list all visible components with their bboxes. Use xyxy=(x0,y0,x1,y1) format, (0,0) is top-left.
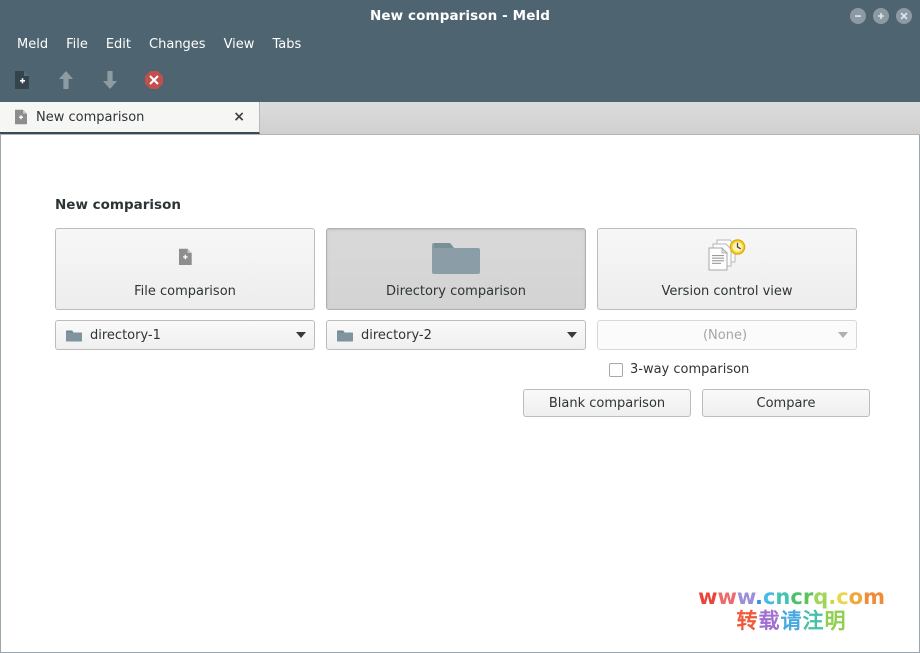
folder-icon xyxy=(66,329,82,342)
menu-item-tabs[interactable]: Tabs xyxy=(263,35,310,55)
window-title: New comparison - Meld xyxy=(370,8,550,24)
watermark: www.cncrq.com 转载请注明 xyxy=(698,586,885,634)
menu-item-file[interactable]: File xyxy=(57,35,97,55)
menu-item-changes[interactable]: Changes xyxy=(140,35,215,55)
path-selector-2-value: directory-2 xyxy=(361,328,561,343)
window-controls xyxy=(850,0,912,32)
meld-window: New comparison - Meld Meld File Edit Cha… xyxy=(0,0,920,653)
minimize-button[interactable] xyxy=(850,8,866,24)
path-selector-3: (None) xyxy=(597,320,857,350)
blank-comparison-button[interactable]: Blank comparison xyxy=(523,389,691,417)
three-way-comparison-label[interactable]: 3-way comparison xyxy=(630,362,749,377)
new-document-icon xyxy=(14,109,28,125)
new-comparison-icon[interactable] xyxy=(10,68,34,92)
tab-label: New comparison xyxy=(36,110,229,125)
comparison-type-row: File comparison Directory comparison xyxy=(55,228,869,310)
page-title: New comparison xyxy=(55,197,869,213)
arrow-up-icon[interactable] xyxy=(54,68,78,92)
menu-item-edit[interactable]: Edit xyxy=(97,35,140,55)
new-comparison-panel: New comparison File comparison xyxy=(55,197,869,417)
chevron-down-icon xyxy=(838,332,848,338)
directory-comparison-label: Directory comparison xyxy=(386,284,526,299)
maximize-button[interactable] xyxy=(873,8,889,24)
toolbar xyxy=(0,57,920,102)
close-icon[interactable]: × xyxy=(229,110,249,124)
tabbar: New comparison × xyxy=(0,102,920,135)
path-selector-1[interactable]: directory-1 xyxy=(55,320,315,350)
chevron-down-icon xyxy=(567,332,577,338)
arrow-down-icon[interactable] xyxy=(98,68,122,92)
chevron-down-icon xyxy=(296,332,306,338)
version-control-view-button[interactable]: Version control view xyxy=(597,228,857,310)
path-selector-2[interactable]: directory-2 xyxy=(326,320,586,350)
folder-icon xyxy=(337,329,353,342)
file-comparison-label: File comparison xyxy=(134,284,236,299)
version-control-view-label: Version control view xyxy=(661,284,792,299)
menubar: Meld File Edit Changes View Tabs xyxy=(0,32,920,57)
directory-comparison-button[interactable]: Directory comparison xyxy=(326,228,586,310)
watermark-notice: 转载请注明 xyxy=(698,609,885,634)
titlebar: New comparison - Meld xyxy=(0,0,920,32)
folder-icon xyxy=(432,239,480,275)
content-area: New comparison File comparison xyxy=(0,135,920,653)
menu-item-meld[interactable]: Meld xyxy=(8,35,57,55)
three-way-comparison-row: 3-way comparison xyxy=(609,362,869,377)
three-way-comparison-checkbox[interactable] xyxy=(609,363,623,377)
file-plus-icon xyxy=(178,239,193,275)
path-selector-3-value: (None) xyxy=(608,328,832,343)
file-comparison-button[interactable]: File comparison xyxy=(55,228,315,310)
path-selector-1-value: directory-1 xyxy=(90,328,290,343)
watermark-url: www.cncrq.com xyxy=(698,586,885,609)
tab-new-comparison[interactable]: New comparison × xyxy=(0,102,260,134)
menu-item-view[interactable]: View xyxy=(215,35,264,55)
path-selector-row: directory-1 directory-2 (None) xyxy=(55,320,869,350)
compare-button[interactable]: Compare xyxy=(702,389,870,417)
stop-icon[interactable] xyxy=(142,68,166,92)
version-control-icon xyxy=(706,239,748,275)
close-button[interactable] xyxy=(896,8,912,24)
action-button-row: Blank comparison Compare xyxy=(523,389,869,417)
